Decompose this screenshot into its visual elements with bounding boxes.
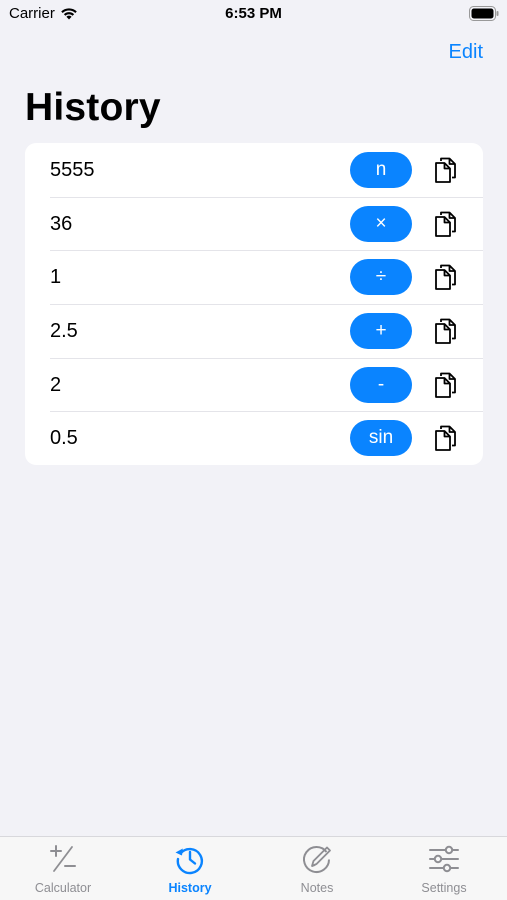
tab-bar: Calculator History Notes Settings [0, 836, 507, 900]
page-title: History [25, 86, 161, 129]
copy-icon[interactable] [433, 156, 459, 184]
sliders-icon [429, 845, 459, 873]
history-row[interactable]: 0.5 sin [25, 411, 483, 465]
copy-icon[interactable] [433, 317, 459, 345]
operation-button[interactable]: ÷ [350, 259, 412, 296]
history-value: 5555 [50, 159, 95, 181]
tab-history[interactable]: History [127, 837, 253, 900]
operation-button[interactable]: n [350, 152, 412, 188]
tab-calculator[interactable]: Calculator [0, 837, 126, 900]
plus-minus-icon [50, 845, 76, 872]
history-screen: Carrier 6:53 PM Edit History 5555 n 36 × [0, 0, 507, 900]
tab-label: Notes [300, 881, 334, 895]
tab-settings[interactable]: Settings [381, 837, 507, 900]
tab-notes[interactable]: Notes [254, 837, 380, 900]
status-time: 6:53 PM [225, 5, 282, 22]
copy-icon[interactable] [433, 371, 459, 399]
history-value: 1 [50, 266, 62, 289]
operation-button[interactable]: × [350, 205, 412, 242]
history-value: 2 [50, 373, 62, 396]
copy-icon[interactable] [433, 424, 459, 452]
history-row[interactable]: 2.5 + [25, 304, 483, 358]
copy-icon[interactable] [433, 210, 459, 238]
history-list: 5555 n 36 × 1 ÷ 2.5 + 2 - 0.5 sin [25, 143, 483, 465]
battery-icon [469, 6, 499, 21]
history-clock-icon [175, 847, 203, 875]
history-row[interactable]: 2 - [25, 357, 483, 412]
tab-label: Settings [421, 881, 467, 895]
operation-button[interactable]: sin [350, 420, 412, 457]
copy-icon[interactable] [433, 263, 459, 291]
history-value: 2.5 [50, 320, 78, 343]
history-row[interactable]: 1 ÷ [25, 250, 483, 304]
history-value: 36 [50, 212, 73, 235]
operation-button[interactable]: - [350, 366, 412, 403]
status-bar: Carrier 6:53 PM [0, 0, 507, 30]
history-row[interactable]: 5555 n [25, 143, 483, 197]
tab-label: History [168, 881, 212, 895]
edit-button[interactable]: Edit [449, 41, 483, 64]
operation-button[interactable]: + [350, 313, 412, 350]
tab-label: Calculator [34, 881, 92, 895]
history-row[interactable]: 36 × [25, 196, 483, 251]
notes-pencil-icon [303, 846, 331, 873]
history-value: 0.5 [50, 427, 78, 450]
